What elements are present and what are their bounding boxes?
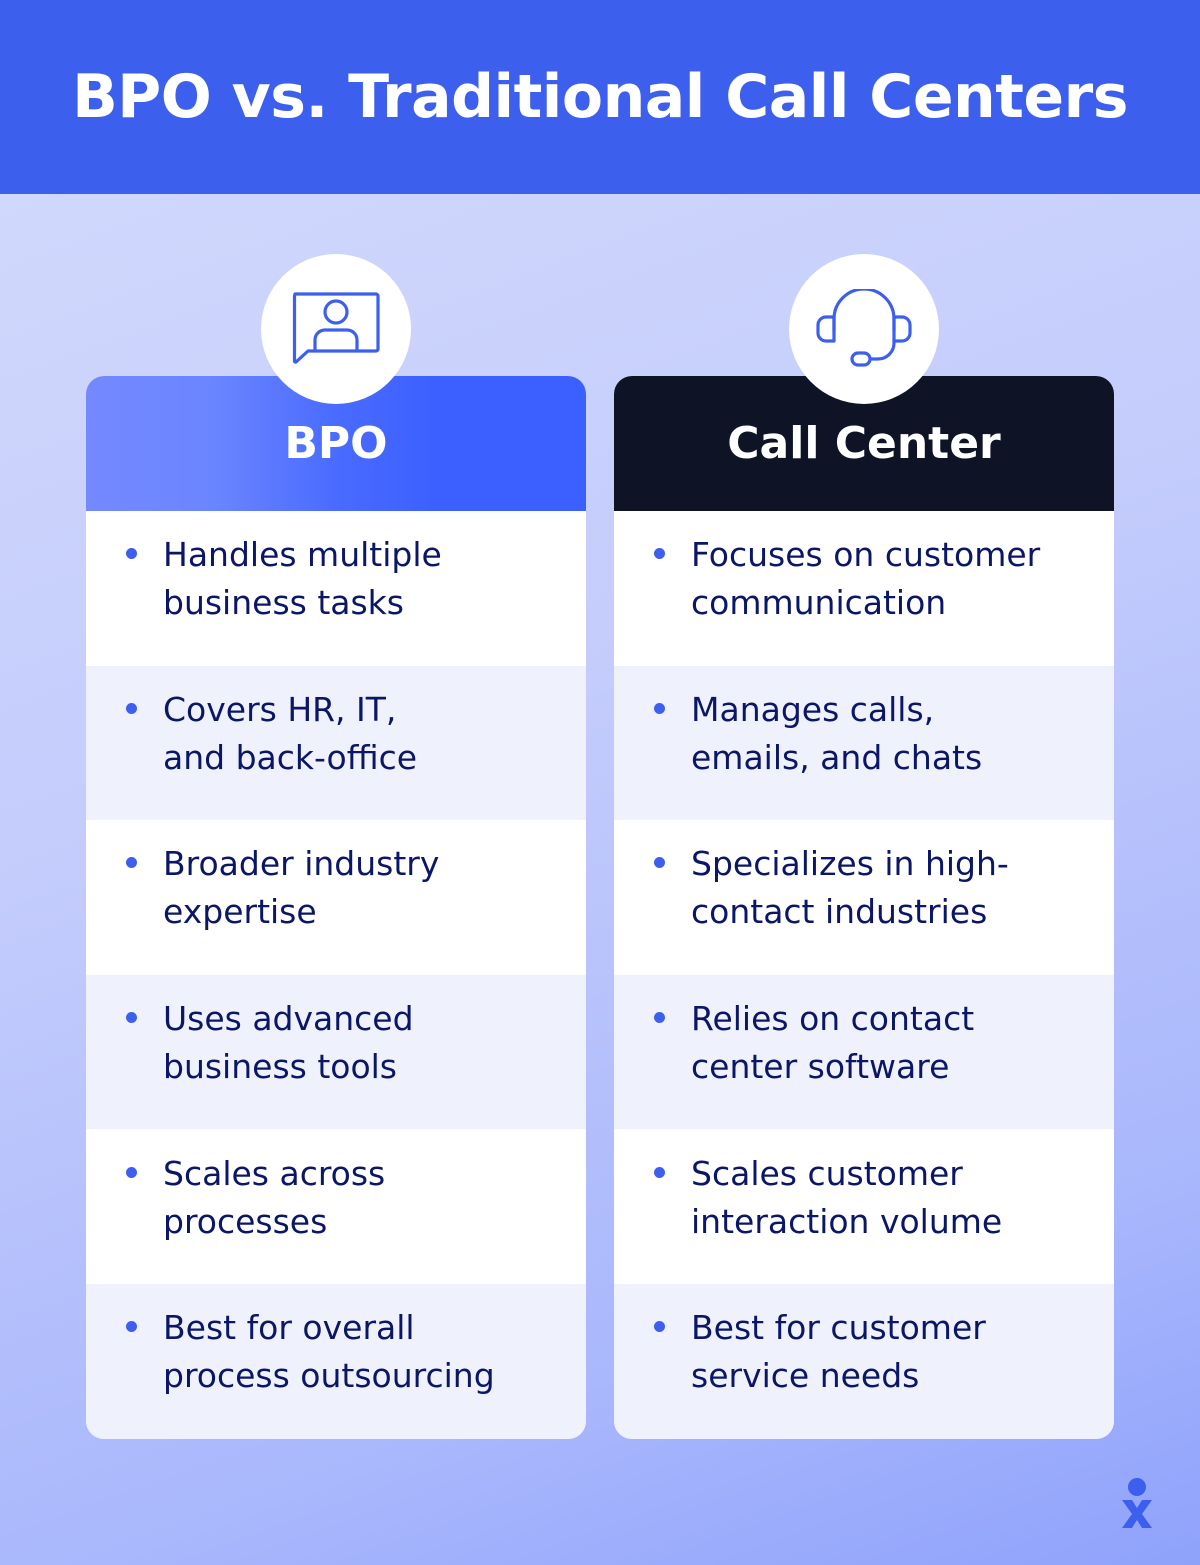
bullet-icon [126,857,137,869]
call-center-icon-badge [789,254,939,404]
bullet-icon [654,1166,665,1178]
list-item: Uses advanced business tools [86,974,586,1130]
list-item: Covers HR, IT, and back-office [86,665,586,821]
bullet-icon [126,1012,137,1024]
list-item: Handles multiple business tasks [86,511,586,666]
list-item: Best for customer service needs [614,1283,1114,1439]
call-center-list: Focuses on customer communication Manage… [614,511,1114,1439]
bullet-icon [126,548,137,560]
video-chat-person-icon [292,292,380,364]
list-item: Focuses on customer communication [614,511,1114,666]
list-item: Relies on contact center software [614,974,1114,1130]
list-item: Broader industry expertise [86,820,586,975]
bullet-icon [126,702,137,714]
list-item: Scales customer interaction volume [614,1129,1114,1284]
bullet-icon [126,1321,137,1333]
headset-icon [816,289,912,367]
bpo-list: Handles multiple business tasks Covers H… [86,511,586,1439]
bullet-icon [654,1012,665,1024]
list-item: Scales across processes [86,1129,586,1284]
bullet-icon [126,1166,137,1178]
title-banner: BPO vs. Traditional Call Centers [0,0,1200,194]
page-title: BPO vs. Traditional Call Centers [72,62,1128,132]
list-item: Manages calls, emails, and chats [614,665,1114,821]
call-center-card: Call Center Focuses on customer communic… [614,376,1114,1439]
bpo-card: BPO Handles multiple business tasks Cove… [86,376,586,1439]
bpo-icon-badge [261,254,411,404]
bullet-icon [654,1321,665,1333]
bullet-icon [654,702,665,714]
brand-logo-icon [1122,1478,1152,1528]
bullet-icon [654,548,665,560]
list-item: Specializes in high- contact industries [614,820,1114,975]
bullet-icon [654,857,665,869]
list-item: Best for overall process outsourcing [86,1283,586,1439]
